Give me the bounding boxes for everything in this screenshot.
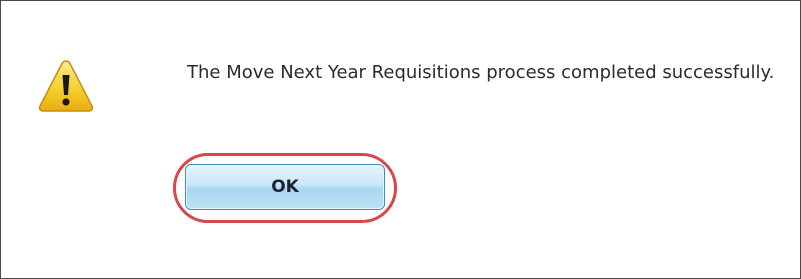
message-dialog: The Move Next Year Requisitions process … bbox=[0, 0, 801, 279]
warning-icon bbox=[37, 58, 95, 114]
ok-button[interactable]: OK bbox=[185, 164, 385, 210]
dialog-message: The Move Next Year Requisitions process … bbox=[187, 62, 775, 83]
